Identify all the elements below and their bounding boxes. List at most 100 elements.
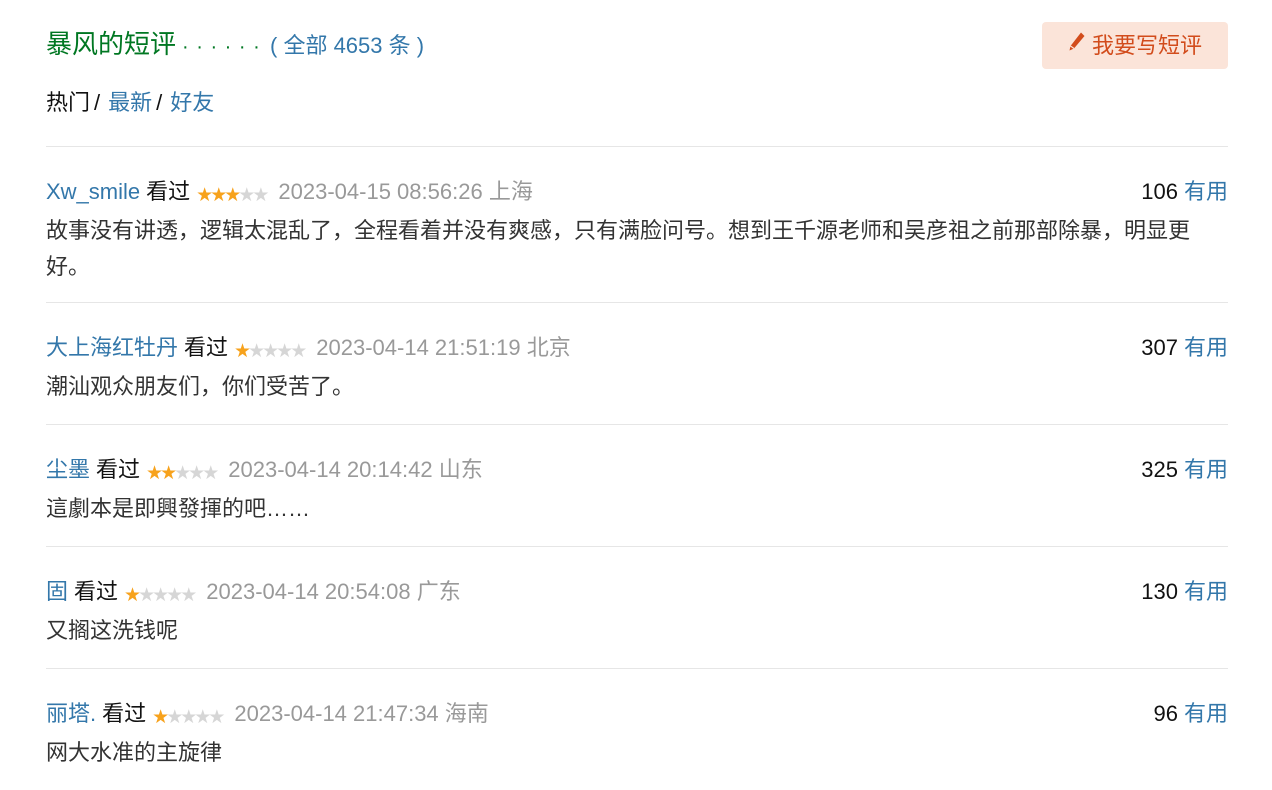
star-empty-icon: ★ [248, 341, 265, 362]
useful-button[interactable]: 有用 [1184, 179, 1228, 204]
write-comment-button[interactable]: 我要写短评 [1042, 22, 1228, 69]
watch-status: 看过 [74, 579, 119, 604]
star-empty-icon: ★ [152, 585, 169, 606]
comment-user-link[interactable]: 固 [46, 579, 68, 604]
star-empty-icon: ★ [138, 585, 155, 606]
comment-item: 大上海红牡丹 看过 ★★★★★ 2023-04-14 21:51:19 北京 307 有… [46, 302, 1228, 424]
comment-time: 2023-04-14 21:51:19 北京 [316, 335, 570, 360]
vote-count: 96 [1153, 701, 1178, 726]
comment-location: 广东 [416, 579, 461, 604]
star-empty-icon: ★ [252, 185, 269, 206]
tab-friends[interactable]: 好友 [170, 90, 214, 115]
comment-time: 2023-04-15 08:56:26 上海 [278, 179, 532, 204]
comment-timestamp: 2023-04-14 21:47:34 [234, 701, 439, 726]
comments-header: 暴风的短评 · · · · · · ( 全部 4653 条 ) 我要写短评 热门 /… [46, 0, 1228, 115]
pencil-icon [1068, 22, 1086, 69]
watch-status: 看过 [146, 179, 191, 204]
star-filled-icon: ★ [160, 463, 177, 484]
comment-location: 海南 [444, 701, 489, 726]
comment-timestamp: 2023-04-14 20:14:42 [228, 457, 433, 482]
star-empty-icon: ★ [202, 463, 219, 484]
vote-area: 307 有用 [1141, 331, 1228, 365]
vote-area: 325 有用 [1141, 453, 1228, 487]
comment-item: 丽塔. 看过 ★★★★★ 2023-04-14 21:47:34 海南 96 有用 网大… [46, 668, 1228, 790]
comment-user-link[interactable]: 尘墨 [46, 457, 90, 482]
comments-section: 暴风的短评 · · · · · · ( 全部 4653 条 ) 我要写短评 热门 /… [46, 0, 1228, 765]
useful-button[interactable]: 有用 [1184, 579, 1228, 604]
useful-button[interactable]: 有用 [1184, 457, 1228, 482]
rating-stars: ★★★★★ [124, 579, 197, 613]
tab-latest[interactable]: 最新 [108, 90, 152, 115]
rating-stars: ★★★★★ [146, 457, 219, 491]
comment-timestamp: 2023-04-15 08:56:26 [278, 179, 483, 204]
comment-meta: Xw_smile 看过 ★★★★★ 2023-04-15 08:56:26 上海 [46, 175, 533, 213]
star-filled-icon: ★ [234, 341, 251, 362]
vote-area: 130 有用 [1141, 575, 1228, 609]
comment-time: 2023-04-14 20:14:42 山东 [228, 457, 482, 482]
vote-count: 130 [1141, 579, 1178, 604]
rating-stars: ★★★★★ [152, 701, 225, 735]
count-open-paren: ( [270, 33, 278, 58]
comment-meta: 大上海红牡丹 看过 ★★★★★ 2023-04-14 21:51:19 北京 [46, 331, 571, 369]
star-filled-icon: ★ [146, 463, 163, 484]
star-empty-icon: ★ [188, 463, 205, 484]
comment-location: 山东 [438, 457, 483, 482]
comment-list: Xw_smile 看过 ★★★★★ 2023-04-15 08:56:26 上海 10… [46, 146, 1228, 790]
tab-separator: / [94, 90, 101, 115]
comment-time: 2023-04-14 20:54:08 广东 [206, 579, 460, 604]
vote-count: 325 [1141, 457, 1178, 482]
watch-status: 看过 [102, 701, 147, 726]
useful-button[interactable]: 有用 [1184, 701, 1228, 726]
vote-count: 106 [1141, 179, 1178, 204]
star-empty-icon: ★ [276, 341, 293, 362]
star-empty-icon: ★ [238, 185, 255, 206]
star-filled-icon: ★ [152, 707, 169, 728]
comment-meta: 丽塔. 看过 ★★★★★ 2023-04-14 21:47:34 海南 [46, 697, 489, 735]
section-title: 暴风的短评 · · · · · · ( 全部 4653 条 ) [46, 24, 424, 67]
comment-content: 這劇本是即興發揮的吧…… [46, 496, 311, 521]
star-empty-icon: ★ [208, 707, 225, 728]
comment-user-link[interactable]: Xw_smile [46, 179, 140, 204]
star-empty-icon: ★ [290, 341, 307, 362]
comment-content: 网大水准的主旋律 [46, 740, 223, 765]
all-comments-link[interactable]: 全部 4653 条 [283, 33, 410, 58]
comment-meta: 固看过 ★★★★★ 2023-04-14 20:54:08 广东 [46, 575, 461, 613]
vote-area: 106 有用 [1141, 175, 1228, 209]
star-empty-icon: ★ [180, 707, 197, 728]
star-filled-icon: ★ [210, 185, 227, 206]
comment-timestamp: 2023-04-14 21:51:19 [316, 335, 521, 360]
useful-button[interactable]: 有用 [1184, 335, 1228, 360]
comment-time: 2023-04-14 21:47:34 海南 [234, 701, 488, 726]
comment-location: 北京 [526, 335, 571, 360]
star-filled-icon: ★ [124, 585, 141, 606]
comment-item: 固看过 ★★★★★ 2023-04-14 20:54:08 广东 130 有用 又搁这… [46, 546, 1228, 668]
star-filled-icon: ★ [224, 185, 241, 206]
comment-content: 潮汕观众朋友们，你们受苦了。 [46, 374, 355, 399]
sort-tabs: 热门 / 最新 / 好友 [46, 86, 214, 120]
rating-stars: ★★★★★ [234, 335, 307, 369]
comment-item: 尘墨 看过 ★★★★★ 2023-04-14 20:14:42 山东 325 有用 這劇… [46, 424, 1228, 546]
star-empty-icon: ★ [174, 463, 191, 484]
comment-content: 又搁这洗钱呢 [46, 618, 179, 643]
watch-status: 看过 [184, 335, 229, 360]
comment-content: 故事没有讲透，逻辑太混乱了，全程看着并没有爽感，只有满脸问号。想到王千源老师和吴… [46, 218, 1191, 279]
comment-user-link[interactable]: 大上海红牡丹 [46, 335, 178, 360]
star-empty-icon: ★ [180, 585, 197, 606]
tab-separator: / [156, 90, 163, 115]
count-close-paren: ) [416, 33, 425, 58]
watch-status: 看过 [96, 457, 141, 482]
vote-area: 96 有用 [1154, 697, 1229, 731]
comment-timestamp: 2023-04-14 20:54:08 [206, 579, 411, 604]
star-filled-icon: ★ [196, 185, 213, 206]
star-empty-icon: ★ [194, 707, 211, 728]
vote-count: 307 [1141, 335, 1178, 360]
star-empty-icon: ★ [262, 341, 279, 362]
title-dots: · · · · · · [182, 36, 261, 58]
comment-user-link[interactable]: 丽塔. [46, 701, 96, 726]
star-empty-icon: ★ [166, 707, 183, 728]
star-empty-icon: ★ [166, 585, 183, 606]
tab-hot[interactable]: 热门 [46, 90, 90, 115]
comment-location: 上海 [488, 179, 533, 204]
comment-item: Xw_smile 看过 ★★★★★ 2023-04-15 08:56:26 上海 10… [46, 146, 1228, 302]
comment-count: ( 全部 4653 条 ) [270, 33, 424, 58]
